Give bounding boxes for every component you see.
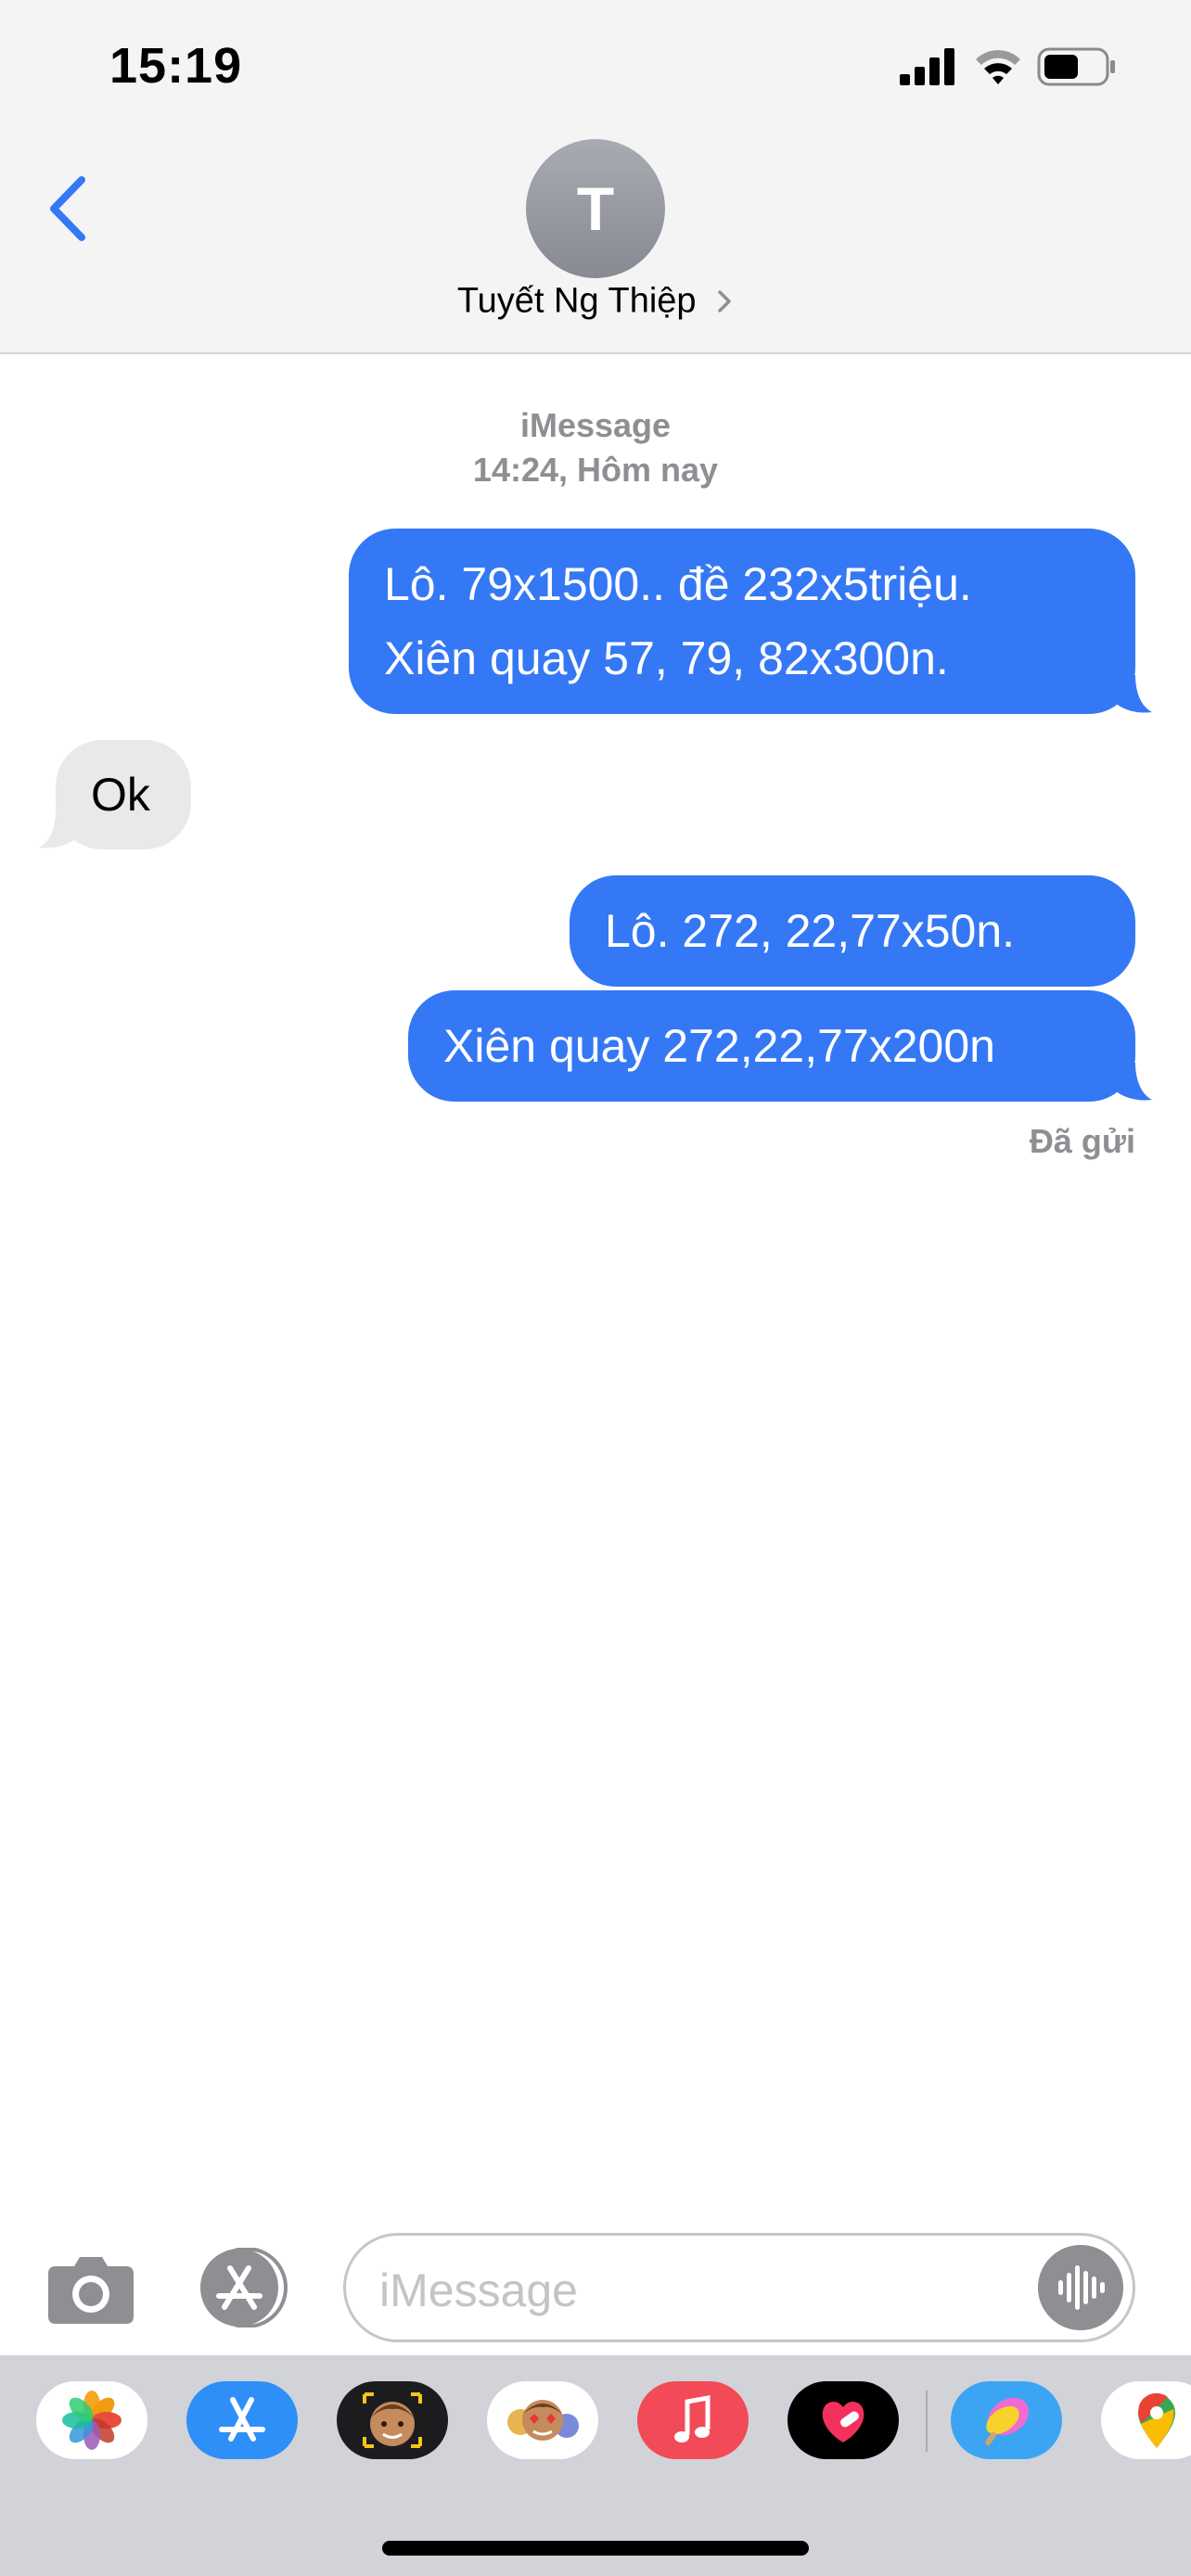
fitness-icon <box>822 2402 864 2442</box>
avatar-initial: T <box>576 174 615 243</box>
message-line: Xiên quay 57, 79, 82x300n. <box>384 632 949 684</box>
message-line: Ok <box>91 769 150 821</box>
music-app-button[interactable] <box>637 2381 749 2459</box>
message-line: Lô. 79x1500.. đề 232x5triệu. <box>384 558 972 610</box>
contact-name: Tuyết Ng Thiệp <box>456 281 697 321</box>
bubble-tail <box>1115 1063 1152 1101</box>
status-time: 15:19 <box>109 38 243 94</box>
music-icon <box>674 2395 711 2442</box>
service-label: iMessage <box>519 406 672 444</box>
chevron-right-icon <box>718 290 731 312</box>
messages-screen: 15:19 T Tuyết Ng Thiệp iMessage 14:24, H… <box>0 0 1191 2576</box>
contact-avatar[interactable]: T <box>526 139 665 278</box>
fitness-app-button[interactable] <box>788 2381 899 2459</box>
outgoing-message-bubble[interactable]: Lô. 79x1500.. đề 232x5triệu. Xiên quay 5… <box>349 529 1152 714</box>
app-store-icon <box>219 2397 265 2442</box>
sticker-app-button[interactable] <box>951 2381 1062 2459</box>
wifi-icon <box>976 50 1020 84</box>
message-input[interactable]: iMessage <box>343 2233 1135 2342</box>
memoji-app-button[interactable] <box>337 2381 448 2459</box>
message-line: Lô. 272, 22,77x50n. <box>605 905 1016 957</box>
conversation-header: 15:19 T Tuyết Ng Thiệp <box>0 0 1191 354</box>
memoji-stickers-app-button[interactable] <box>487 2381 598 2459</box>
outgoing-message-bubble[interactable]: Xiên quay 272,22,77x200n <box>408 990 1152 1102</box>
timestamp-day: Hôm nay <box>577 451 719 489</box>
app-store-icon[interactable] <box>193 2248 295 2327</box>
sticker-app-icon <box>985 2397 1030 2446</box>
app-store-app-button[interactable] <box>186 2381 298 2459</box>
bubble-tail <box>39 810 76 848</box>
incoming-message-bubble[interactable]: Ok <box>39 740 191 849</box>
delivery-status: Đã gửi <box>1029 1122 1135 1160</box>
memoji-stickers-icon <box>507 2400 579 2441</box>
outgoing-message-bubble[interactable]: Lô. 272, 22,77x50n. <box>570 875 1135 987</box>
back-chevron-icon[interactable] <box>37 167 96 250</box>
photos-icon <box>62 2391 122 2450</box>
battery-icon <box>1037 47 1115 86</box>
home-indicator[interactable] <box>382 2541 809 2556</box>
camera-icon[interactable] <box>46 2253 135 2326</box>
message-line: Xiên quay 272,22,77x200n <box>443 1020 995 1072</box>
photos-app-button[interactable] <box>36 2381 147 2459</box>
contact-name-button[interactable]: Tuyết Ng Thiệp <box>0 280 1191 321</box>
bubble-tail <box>1115 675 1152 713</box>
message-placeholder: iMessage <box>379 2264 578 2316</box>
waveform-icon[interactable] <box>1038 2245 1123 2330</box>
memoji-icon <box>363 2392 422 2448</box>
timestamp-label: 14:24, Hôm nay <box>0 451 1191 490</box>
timestamp-time: 14:24, <box>472 451 568 489</box>
maps-icon <box>1138 2392 1175 2448</box>
maps-app-button[interactable] <box>1101 2381 1191 2459</box>
drawer-divider <box>926 2391 928 2452</box>
signal-icon <box>900 48 954 85</box>
